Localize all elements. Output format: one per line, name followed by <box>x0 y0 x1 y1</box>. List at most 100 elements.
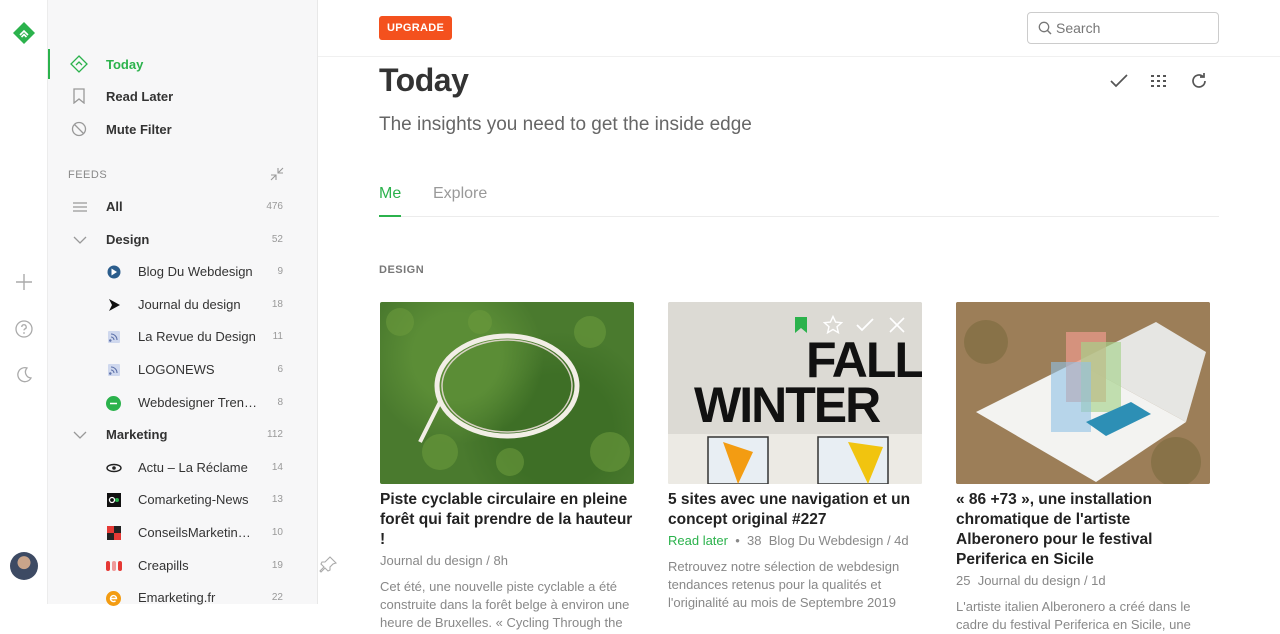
feed-actu-la-reclame[interactable]: Actu – La Réclame 14 <box>48 453 318 483</box>
webdesigner-trends-favicon <box>105 395 121 411</box>
search-icon <box>1038 21 1052 35</box>
feed-name: LOGONEWS <box>138 362 215 377</box>
page-subtitle: The insights you need to get the inside … <box>379 114 752 135</box>
article-card[interactable]: « 86 +73 », une installation chromatique… <box>956 302 1210 634</box>
article-meta: Read later • 38 Blog Du Webdesign / 4d <box>668 533 909 548</box>
feed-count: 10 <box>271 527 283 538</box>
feed-logonews[interactable]: LOGONEWS 6 <box>48 355 318 385</box>
article-image[interactable]: FALL WINTER <box>668 302 922 484</box>
nav-read-later[interactable]: Read Later <box>48 81 318 111</box>
pin-sidebar-icon[interactable] <box>318 553 340 575</box>
rss-icon <box>106 329 122 345</box>
feed-emarketing[interactable]: Emarketing.fr 22 <box>48 583 318 613</box>
list-icon <box>72 199 88 215</box>
feed-count: 6 <box>277 364 283 375</box>
feed-webdesigner-trends[interactable]: Webdesigner Tren… 8 <box>48 388 318 418</box>
feed-all-name: All <box>106 199 123 214</box>
nav-today[interactable]: Today <box>48 49 318 79</box>
feed-count: 13 <box>271 494 283 505</box>
add-icon[interactable] <box>14 272 34 292</box>
engagement-count: 38 <box>746 533 762 548</box>
refresh-icon[interactable] <box>1188 70 1210 92</box>
read-later-label[interactable]: Read later <box>668 533 728 548</box>
feed-comarketing-news[interactable]: Comarketing-News 13 <box>48 485 318 515</box>
article-meta: Journal du design / 8h <box>380 553 508 568</box>
feed-count: 19 <box>271 560 283 571</box>
article-image[interactable] <box>956 302 1210 484</box>
tab-me[interactable]: Me <box>379 185 402 217</box>
group-marketing[interactable]: Marketing 112 <box>48 420 318 450</box>
feed-count: 14 <box>271 462 283 473</box>
feed-name: Comarketing-News <box>138 492 249 507</box>
feedly-logo-icon[interactable] <box>12 21 36 45</box>
feed-name: Actu – La Réclame <box>138 460 248 475</box>
feed-name: Webdesigner Tren… <box>138 395 257 410</box>
close-icon[interactable] <box>886 314 908 336</box>
feed-blog-du-webdesign[interactable]: Blog Du Webdesign 9 <box>48 257 318 287</box>
engagement-count: 25 <box>956 573 971 588</box>
creapills-favicon <box>106 558 122 574</box>
group-marketing-name: Marketing <box>106 427 168 442</box>
feed-name: Blog Du Webdesign <box>138 264 253 279</box>
feeds-header-label: FEEDS <box>68 169 108 181</box>
feed-conseils-marketing[interactable]: ConseilsMarketin… 10 <box>48 518 318 548</box>
chevron-down-icon[interactable] <box>72 232 88 248</box>
feed-count: 11 <box>272 331 283 342</box>
comarketing-favicon <box>106 492 122 508</box>
conseils-marketing-favicon <box>106 525 122 541</box>
rss-icon <box>106 362 122 378</box>
feeds-header: FEEDS <box>68 167 284 181</box>
article-title[interactable]: Piste cyclable circulaire en pleine forê… <box>380 490 634 550</box>
search-input[interactable] <box>1056 13 1214 43</box>
top-bar: UPGRADE <box>318 0 1280 57</box>
help-icon[interactable] <box>14 319 34 339</box>
nav-mute-filter[interactable]: Mute Filter <box>48 114 318 144</box>
user-avatar[interactable] <box>10 552 38 580</box>
chevron-down-icon[interactable] <box>72 427 88 443</box>
group-design[interactable]: Design 52 <box>48 225 318 255</box>
read-later-icon[interactable] <box>790 314 812 336</box>
feed-all-count: 476 <box>266 201 283 212</box>
mark-all-read-icon[interactable] <box>1108 70 1130 92</box>
card-actions <box>790 314 908 336</box>
feed-count: 18 <box>271 299 283 310</box>
mark-read-icon[interactable] <box>854 314 876 336</box>
feed-name: Creapills <box>138 558 189 573</box>
bookmark-icon <box>70 87 88 105</box>
nav-today-label: Today <box>106 56 144 72</box>
section-title: DESIGN <box>379 264 425 276</box>
feed-count: 8 <box>277 397 283 408</box>
night-mode-icon[interactable] <box>14 365 34 385</box>
article-source: Blog Du Webdesign / 4d <box>768 533 909 548</box>
feed-creapills[interactable]: Creapills 19 <box>48 551 318 581</box>
article-card[interactable]: Piste cyclable circulaire en pleine forê… <box>380 302 634 632</box>
article-image-text-winter: WINTER <box>694 377 881 433</box>
article-snippet: Cet été, une nouvelle piste cyclable a é… <box>380 579 630 630</box>
main-content: UPGRADE Today The insights you need to g… <box>318 0 1280 632</box>
feed-la-revue-du-design[interactable]: La Revue du Design 11 <box>48 322 318 352</box>
article-title[interactable]: 5 sites avec une navigation et un concep… <box>668 490 922 530</box>
feed-all[interactable]: All 476 <box>48 192 318 222</box>
article-source: Journal du design / 1d <box>977 573 1106 588</box>
collapse-feeds-icon[interactable] <box>270 167 284 181</box>
layout-grid-icon[interactable] <box>1148 70 1170 92</box>
group-marketing-count: 112 <box>267 429 283 440</box>
group-design-name: Design <box>106 232 150 247</box>
article-image[interactable] <box>380 302 634 484</box>
feed-name: La Revue du Design <box>138 329 256 344</box>
upgrade-button[interactable]: UPGRADE <box>379 16 453 40</box>
blog-du-webdesign-favicon <box>106 264 122 280</box>
feed-name: Emarketing.fr <box>138 590 216 605</box>
feed-count: 9 <box>277 266 283 277</box>
star-icon[interactable] <box>822 314 844 336</box>
feed-journal-du-design[interactable]: Journal du design 18 <box>48 290 318 320</box>
search-box[interactable] <box>1027 12 1219 44</box>
article-card[interactable]: FALL WINTER 5 sites avec une navigation … <box>668 302 922 612</box>
article-title[interactable]: « 86 +73 », une installation chromatique… <box>956 490 1210 570</box>
article-snippet: L'artiste italien Alberonero a créé dans… <box>956 599 1191 632</box>
feed-name: Journal du design <box>138 297 241 312</box>
today-icon <box>70 55 88 73</box>
tab-explore[interactable]: Explore <box>433 185 487 217</box>
mute-icon <box>70 120 88 138</box>
page-title: Today <box>379 62 469 98</box>
